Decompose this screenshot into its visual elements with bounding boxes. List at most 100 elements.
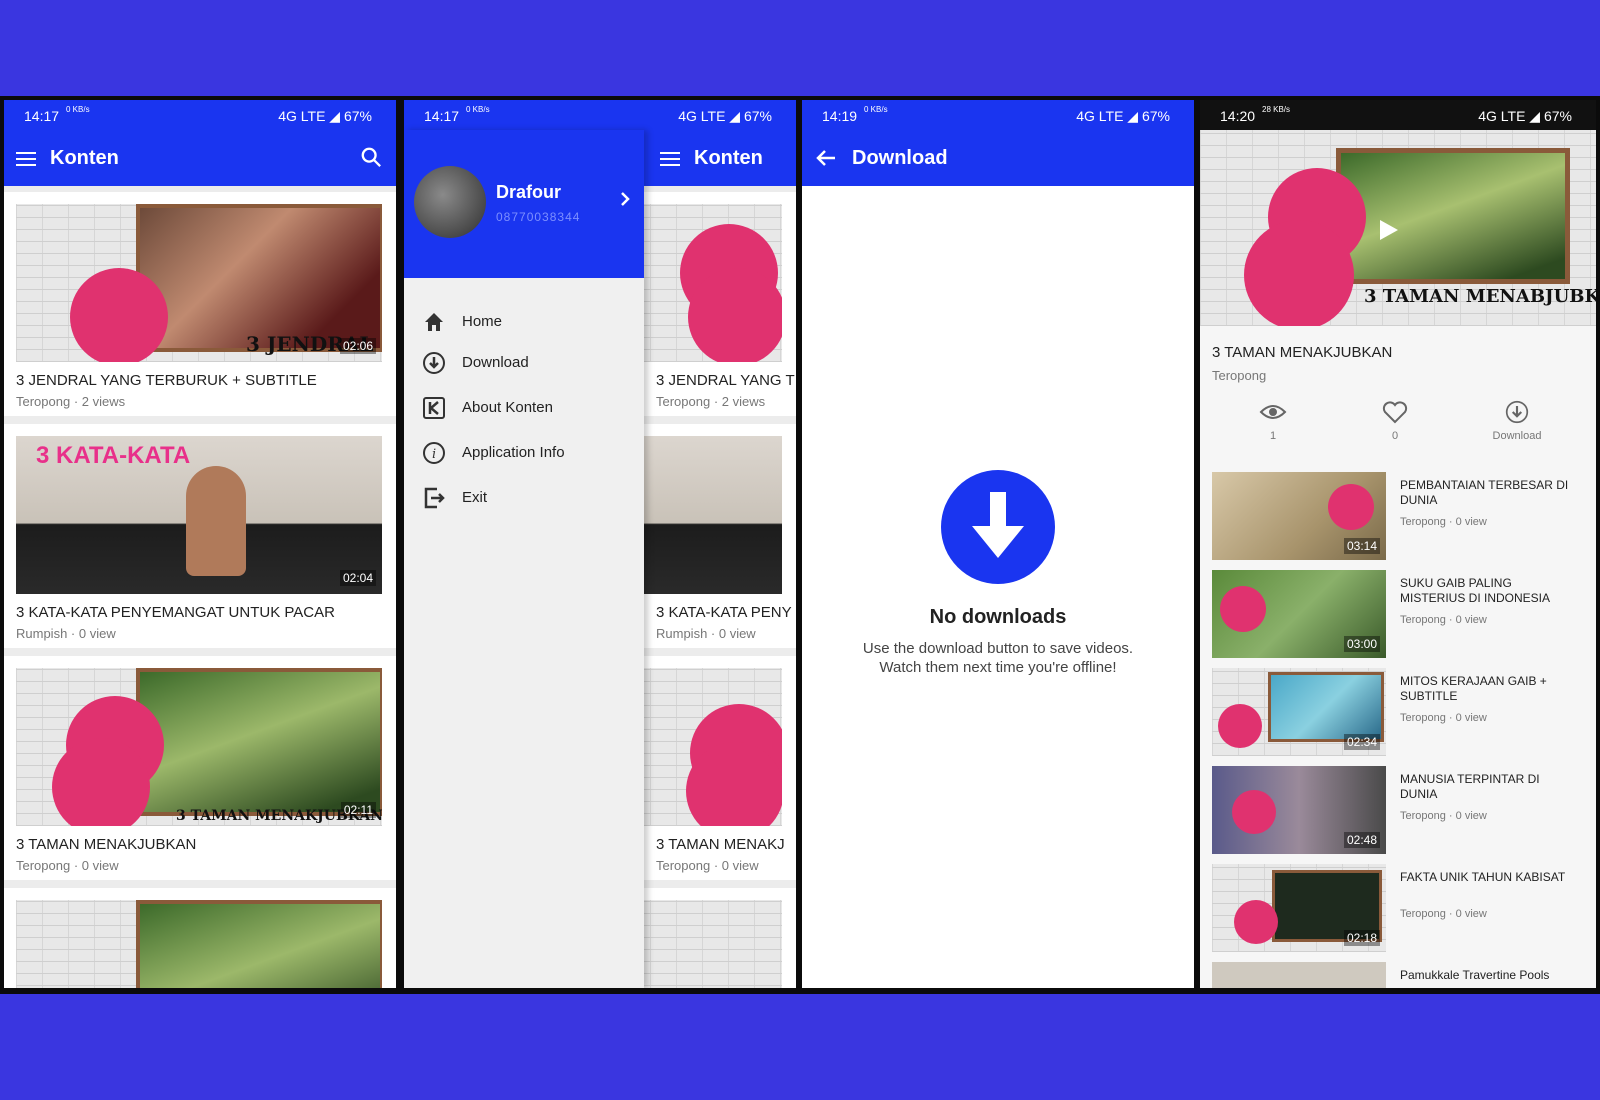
navigation-drawer: Drafour 08770038344 Home Download About … (404, 130, 644, 988)
related-video[interactable]: 02:18 FAKTA UNIK TAHUN KABISAT Teropong … (1212, 864, 1592, 956)
related-video[interactable]: 03:00 SUKU GAIB PALING MISTERIUS DI INDO… (1212, 570, 1592, 662)
related-thumbnail[interactable] (1212, 962, 1386, 988)
search-icon[interactable] (360, 146, 382, 168)
like-button[interactable]: 0 (1350, 400, 1440, 442)
status-kb: 0 KB/s (864, 105, 888, 114)
drawer-item-home[interactable]: Home (404, 302, 644, 342)
face-blur (1220, 586, 1266, 632)
status-time: 14:17 (424, 108, 460, 124)
related-video[interactable]: Pamukkale Travertine Pools (1212, 962, 1592, 988)
video-title[interactable]: 3 TAMAN MENAKJUBKAN (16, 836, 196, 853)
thumbnail-overlay-text: 3 TAMAN MENABJUBKAN (1364, 286, 1596, 307)
video-meta: Teropong · 2 views (656, 394, 766, 409)
video-channel: Teropong (16, 858, 71, 873)
video-title: 3 TAMAN MENAKJUBKAN (1212, 344, 1393, 361)
status-bar: 14:17 0 KB/s 4G LTE ◢ 67% (404, 100, 796, 130)
drawer-header[interactable]: Drafour 08770038344 (404, 130, 644, 278)
related-video[interactable]: 02:48 MANUSIA TERPINTAR DI DUNIA Teropon… (1212, 766, 1592, 858)
status-kb: 0 KB/s (66, 105, 90, 114)
views-stat: 1 (1228, 400, 1318, 442)
video-thumbnail[interactable] (16, 900, 382, 988)
drawer-item-label: About Konten (462, 399, 553, 416)
video-duration: 03:00 (1343, 636, 1380, 652)
related-video[interactable]: 02:34 MITOS KERAJAAN GAIB + SUBTITLE Ter… (1212, 668, 1592, 760)
related-title: FAKTA UNIK TAHUN KABISAT (1400, 870, 1566, 884)
app-title: Konten (694, 147, 763, 169)
related-title: Pamukkale Travertine Pools (1400, 968, 1550, 982)
related-video[interactable]: 03:14 PEMBANTAIAN TERBESAR DI DUNIA Tero… (1212, 472, 1592, 564)
status-bar: 14:17 0 KB/s 4G LTE ◢ 67% (4, 100, 396, 130)
empty-line-2: Watch them next time you're offline! (879, 659, 1117, 676)
video-meta: Teropong · 0 view (656, 858, 759, 873)
play-icon[interactable] (1374, 216, 1402, 244)
user-name: Drafour (496, 182, 562, 202)
related-thumbnail[interactable]: 02:48 (1212, 766, 1386, 854)
download-label: Download (1492, 430, 1542, 442)
svg-text:i: i (432, 447, 436, 462)
video-meta: Teropong · 2 views (16, 394, 126, 409)
drawer-item-label: Exit (462, 489, 488, 506)
drawer-item-label: Download (462, 354, 529, 371)
status-network: 4G LTE ◢ 67% (278, 108, 372, 124)
video-duration: 02:04 (339, 570, 376, 586)
phone-video-player: 14:20 28 KB/s 4G LTE ◢ 67% 3 TAMAN MENAB… (1200, 100, 1596, 988)
related-thumbnail[interactable]: 02:18 (1212, 864, 1386, 952)
face-blur (52, 738, 150, 826)
app-title: Download (852, 147, 948, 169)
menu-icon[interactable] (660, 152, 680, 166)
face-blur (70, 268, 168, 362)
drawer-item-download[interactable]: Download (404, 343, 644, 383)
status-network: 4G LTE ◢ 67% (1076, 108, 1170, 124)
thumbnail-overlay-text: 3 KATA-KATA (36, 442, 191, 469)
video-thumbnail[interactable]: 3 KATA-KATA 02:04 (16, 436, 382, 594)
related-meta: Teropong · 0 view (1400, 908, 1487, 920)
info-icon: i (423, 442, 445, 464)
app-bar: Konten (4, 130, 396, 186)
video-title[interactable]: 3 TAMAN MENAKJ (656, 836, 785, 853)
drawer-item-about[interactable]: About Konten (404, 388, 644, 428)
chevron-right-icon[interactable] (618, 192, 632, 206)
empty-line-1: Use the download button to save videos. (862, 640, 1134, 657)
app-bar: Download (802, 130, 1194, 186)
video-card[interactable]: 3 JENDRAL 02:06 3 JENDRAL YANG TERBURUK … (4, 192, 396, 416)
video-thumbnail[interactable]: 3 TAMAN MENAKJUBKAN 02:11 (16, 668, 382, 826)
related-meta: Teropong · 0 view (1400, 810, 1487, 822)
video-thumbnail[interactable]: 3 JENDRAL 02:06 (16, 204, 382, 362)
video-channel: Teropong (16, 394, 71, 409)
related-thumbnail[interactable]: 03:00 (1212, 570, 1386, 658)
status-time: 14:19 (822, 108, 858, 124)
video-title[interactable]: 3 KATA-KATA PENY (656, 604, 792, 621)
phone-download-screen: 14:19 0 KB/s 4G LTE ◢ 67% Download No do… (802, 100, 1194, 988)
video-channel: Rumpish (16, 626, 68, 641)
video-meta: Teropong · 0 view (16, 858, 119, 873)
back-arrow-icon[interactable] (814, 146, 838, 170)
empty-title: No downloads (929, 606, 1067, 628)
related-title: SUKU GAIB PALING MISTERIUS DI INDONESIA (1400, 576, 1551, 605)
video-channel[interactable]: Teropong (1212, 368, 1266, 383)
video-duration: 02:18 (1343, 930, 1380, 946)
phone-navigation-drawer: 14:17 0 KB/s 4G LTE ◢ 67% Konten 3 JENDR… (404, 100, 796, 988)
download-large-icon (941, 470, 1055, 584)
related-meta: Teropong · 0 view (1400, 516, 1487, 528)
related-thumbnail[interactable]: 02:34 (1212, 668, 1386, 756)
video-card[interactable]: 3 TAMAN MENAKJUBKAN 02:11 3 TAMAN MENAKJ… (4, 656, 396, 880)
video-card[interactable] (4, 888, 396, 988)
related-thumbnail[interactable]: 03:14 (1212, 472, 1386, 560)
video-player[interactable]: 3 TAMAN MENABJUBKAN (1200, 130, 1596, 326)
video-title[interactable]: 3 KATA-KATA PENYEMANGAT UNTUK PACAR (16, 604, 335, 621)
video-title[interactable]: 3 JENDRAL YANG T (656, 372, 795, 389)
video-card[interactable]: 3 KATA-KATA 02:04 3 KATA-KATA PENYEMANGA… (4, 424, 396, 648)
empty-description: Use the download button to save videos. … (802, 639, 1194, 677)
status-kb: 0 KB/s (466, 105, 490, 114)
drawer-item-exit[interactable]: Exit (404, 478, 644, 518)
video-duration: 02:34 (1343, 734, 1380, 750)
phone-video-list: 14:17 0 KB/s 4G LTE ◢ 67% Konten 3 JENDR… (4, 100, 396, 988)
menu-icon[interactable] (16, 152, 36, 166)
video-duration: 02:48 (1343, 832, 1380, 848)
video-title[interactable]: 3 JENDRAL YANG TERBURUK + SUBTITLE (16, 372, 317, 389)
drawer-item-app-info[interactable]: i Application Info (404, 433, 644, 473)
download-button[interactable]: Download (1472, 400, 1562, 442)
related-meta: Teropong · 0 view (1400, 712, 1487, 724)
user-phone: 08770038344 (496, 210, 581, 224)
face-blur (1218, 704, 1262, 748)
